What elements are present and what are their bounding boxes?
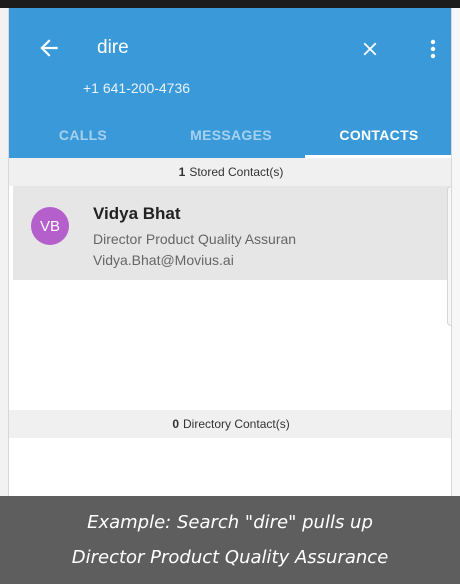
- caption-line-2: Director Product Quality Assurance: [71, 547, 389, 568]
- contact-email: Vidya.Bhat@Movius.ai: [93, 252, 234, 268]
- stored-contacts-header: 1 Stored Contact(s): [9, 158, 451, 186]
- contact-title: Director Product Quality Assuran: [93, 231, 297, 247]
- more-vert-icon: [430, 39, 436, 59]
- frame-left-edge: [0, 8, 8, 496]
- close-icon: [363, 42, 377, 56]
- contact-row[interactable]: VB Vidya Bhat Director Product Quality A…: [13, 186, 449, 280]
- directory-contacts-count: 0: [172, 417, 179, 431]
- tab-contacts[interactable]: CONTACTS: [305, 112, 451, 158]
- side-panel-edge: [447, 186, 451, 326]
- stored-contacts-count: 1: [178, 165, 186, 179]
- arrow-left-icon: [40, 39, 58, 57]
- directory-contacts-label: Directory Contact(s): [183, 417, 290, 431]
- back-button[interactable]: [31, 30, 67, 66]
- frame-top-edge: [0, 0, 460, 8]
- contact-name: Vidya Bhat: [93, 204, 181, 223]
- search-input[interactable]: [97, 32, 337, 64]
- caption-line-1: Example: Search "dire" pulls up: [87, 512, 373, 533]
- overflow-menu-button[interactable]: [419, 32, 447, 66]
- caller-id-number: +1 641-200-4736: [83, 80, 191, 96]
- caption-banner: Example: Search "dire" pulls up Director…: [0, 496, 460, 584]
- tab-bar: CALLS MESSAGES CONTACTS: [9, 112, 451, 158]
- tab-messages[interactable]: MESSAGES: [157, 112, 305, 158]
- avatar: VB: [31, 207, 69, 245]
- tab-calls[interactable]: CALLS: [9, 112, 157, 158]
- frame-right-edge: [452, 8, 460, 496]
- stored-contacts-label: Stored Contact(s): [189, 165, 284, 179]
- phone-screen: +1 641-200-4736 CALLS MESSAGES CONTACTS …: [8, 8, 452, 496]
- directory-contacts-header: 0 Directory Contact(s): [9, 410, 451, 438]
- clear-search-button[interactable]: [353, 32, 387, 66]
- search-app-bar: +1 641-200-4736 CALLS MESSAGES CONTACTS: [9, 8, 451, 158]
- screenshot-frame: +1 641-200-4736 CALLS MESSAGES CONTACTS …: [0, 0, 460, 584]
